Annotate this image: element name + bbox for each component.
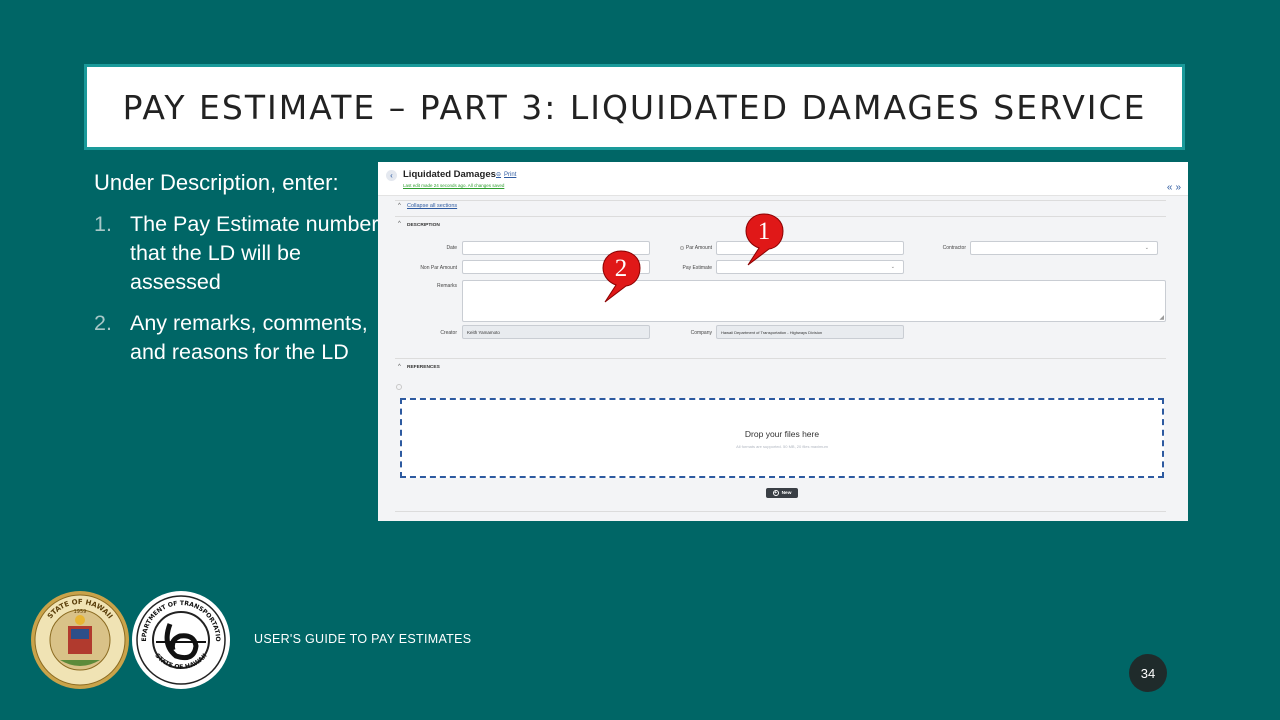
references-caret-icon[interactable]: ^	[398, 364, 401, 370]
contractor-select[interactable]: ⌄	[970, 241, 1158, 255]
description-section-label: DESCRIPTION	[407, 223, 440, 228]
chevron-down-icon: ⌄	[1144, 245, 1149, 251]
radio-icon[interactable]	[679, 245, 684, 250]
company-label: Company	[690, 330, 712, 336]
instructions: Under Description, enter: 1. The Pay Est…	[94, 170, 379, 379]
new-button[interactable]: + New	[766, 488, 798, 498]
par-amount-label: Par Amount	[674, 245, 712, 251]
footer-text: USER'S GUIDE TO PAY ESTIMATES	[254, 632, 472, 646]
creator-label: Creator	[440, 330, 457, 336]
instruction-text: The Pay Estimate number that the LD will…	[130, 212, 379, 294]
pay-estimate-label: Pay Estimate	[682, 265, 712, 271]
file-dropzone[interactable]: Drop your files here All formats are sup…	[400, 398, 1164, 478]
slide-title: PAY ESTIMATE – PART 3: LIQUIDATED DAMAGE…	[122, 87, 1147, 127]
print-label: Print	[504, 172, 517, 178]
company-field: Hawaii Department of Transportation - Hi…	[716, 325, 904, 339]
title-box: PAY ESTIMATE – PART 3: LIQUIDATED DAMAGE…	[84, 64, 1185, 150]
dropzone-title: Drop your files here	[744, 429, 820, 439]
saved-note: Last edit made 24 seconds ago. All chang…	[403, 183, 505, 188]
svg-text:1959: 1959	[74, 609, 87, 615]
new-button-label: New	[781, 490, 792, 496]
page-number: 34	[1129, 654, 1167, 692]
divider	[395, 200, 1166, 201]
instruction-number: 1.	[94, 212, 112, 236]
footer-logos: STATE OF HAWAII 1959 DEPARTMENT OF TRANS…	[27, 585, 235, 696]
par-amount-label-text: Par Amount	[685, 245, 712, 251]
divider	[395, 358, 1166, 359]
callout-1-number: 1	[757, 218, 771, 245]
instruction-number: 2.	[94, 311, 112, 335]
callout-2-number: 2	[614, 255, 628, 282]
print-link[interactable]: ⊖ Print	[496, 171, 516, 178]
dropzone-subtitle: All formats are supported. 50 MB, 20 fil…	[736, 444, 828, 449]
instruction-item: 1. The Pay Estimate number that the LD w…	[94, 210, 379, 297]
form-title: Liquidated Damages	[403, 169, 496, 180]
state-seal-icon: STATE OF HAWAII 1959	[31, 591, 129, 689]
creator-field: Keith Yamamoto	[462, 325, 650, 339]
back-icon[interactable]: ‹	[386, 170, 397, 181]
panel-chevrons: «»	[1167, 182, 1184, 193]
instruction-text: Any remarks, comments, and reasons for t…	[130, 311, 368, 364]
description-caret-icon[interactable]: ^	[398, 221, 401, 227]
non-par-amount-label: Non Par Amount	[420, 265, 457, 271]
remarks-textarea[interactable]: ◢	[462, 280, 1166, 322]
divider	[395, 511, 1166, 512]
chevron-down-icon: ⌄	[890, 264, 895, 270]
instruction-item: 2. Any remarks, comments, and reasons fo…	[94, 309, 379, 367]
callout-2: 2	[602, 250, 646, 308]
collapse-all-link[interactable]: Collapse all sections	[407, 203, 457, 209]
instruction-list: 1. The Pay Estimate number that the LD w…	[94, 210, 379, 367]
date-label: Date	[446, 245, 457, 251]
seal-logos: STATE OF HAWAII 1959 DEPARTMENT OF TRANS…	[27, 585, 230, 689]
references-section-label: REFERENCES	[407, 365, 440, 370]
callout-1: 1	[745, 213, 789, 271]
contractor-label: Contractor	[942, 245, 966, 251]
instructions-lead: Under Description, enter:	[94, 170, 339, 195]
form-header: ‹ Liquidated Damages ⊖ Print Last edit ma…	[378, 162, 1188, 196]
info-icon	[396, 384, 402, 390]
chevron-right-icon[interactable]: »	[1175, 182, 1184, 193]
print-icon: ⊖	[496, 172, 502, 178]
collapse-caret-icon: ^	[398, 203, 401, 209]
plus-icon: +	[772, 490, 779, 496]
remarks-label: Remarks	[436, 283, 457, 289]
resize-handle-icon[interactable]: ◢	[1159, 314, 1164, 321]
